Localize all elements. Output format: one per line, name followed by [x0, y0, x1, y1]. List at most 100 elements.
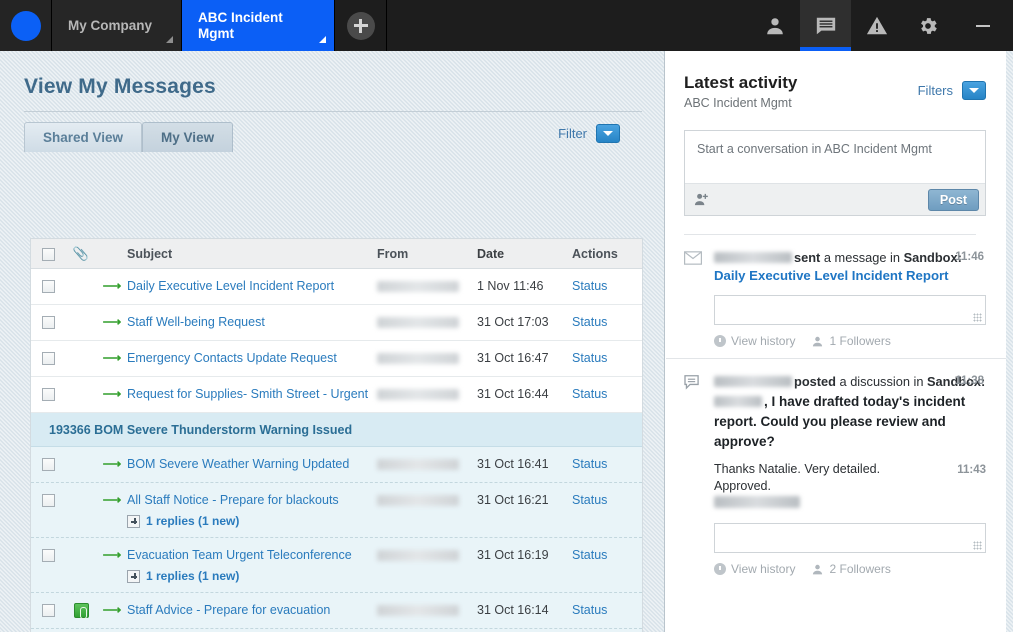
toolbar-messages-button[interactable] [800, 0, 851, 51]
message-subject-link[interactable]: Staff Advice - Prepare for evacuation [127, 603, 330, 617]
message-subject-link[interactable]: Evacuation Team Urgent Teleconference [127, 548, 352, 562]
status-link[interactable]: Status [572, 603, 607, 617]
followers-button[interactable]: 1 Followers [811, 334, 890, 348]
table-row[interactable]: ⟶ Staff Advice - Prepare for evacuation … [31, 593, 642, 629]
incident-group-header[interactable]: 193366 BOM Severe Thunderstorm Warning I… [31, 413, 642, 447]
outbound-arrow-icon: ⟶ [103, 351, 122, 365]
settings-gear-icon [917, 15, 939, 37]
sender-name-redacted [377, 281, 459, 292]
table-row[interactable]: ⟶ Evacuation Team Urgent Teleconference … [31, 538, 642, 593]
row-checkbox[interactable] [42, 494, 55, 507]
status-link[interactable]: Status [572, 351, 607, 365]
status-link[interactable]: Status [572, 315, 607, 329]
attachment-icon[interactable] [74, 603, 89, 618]
table-row[interactable]: ⟶ Request for Supplies- Smith Street - U… [31, 377, 642, 413]
expand-replies-icon[interactable] [127, 515, 140, 528]
message-subject-link[interactable]: BOM Severe Weather Warning Updated [127, 457, 349, 471]
row-checkbox[interactable] [42, 458, 55, 471]
status-link[interactable]: Status [572, 548, 607, 562]
tab-shared-view[interactable]: Shared View [24, 122, 142, 152]
activity-timestamp: 11:38 [955, 375, 984, 387]
resize-grip-icon[interactable] [973, 541, 982, 550]
post-button[interactable]: Post [928, 189, 979, 211]
actor-name-redacted [714, 376, 792, 387]
row-checkbox[interactable] [42, 604, 55, 617]
followers-button[interactable]: 2 Followers [811, 562, 890, 576]
workspace-tab-abc-incident-mgmt[interactable]: ABC Incident Mgmt [182, 0, 335, 51]
row-checkbox[interactable] [42, 352, 55, 365]
brand-dot-icon [11, 11, 41, 41]
row-subject-cell: Daily Executive Level Incident Report [127, 279, 377, 293]
row-actions-cell: Status [572, 387, 642, 401]
message-subject-link[interactable]: Staff Well-being Request [127, 315, 265, 329]
row-checkbox[interactable] [42, 280, 55, 293]
row-date-cell: 1 Nov 11:46 [477, 279, 572, 293]
activity-scrollbar[interactable] [1006, 51, 1013, 632]
app-logo[interactable] [0, 0, 52, 51]
add-tab-button[interactable] [335, 0, 387, 51]
actor-name-redacted [714, 252, 792, 263]
paperclip-icon: 📎 [73, 246, 89, 262]
filter-label[interactable]: Filter [558, 126, 587, 141]
row-checkbox[interactable] [42, 549, 55, 562]
row-subject-cell: All Staff Notice - Prepare for blackouts… [127, 493, 377, 528]
status-link[interactable]: Status [572, 457, 607, 471]
minimize-button[interactable] [953, 0, 1013, 51]
column-header-date[interactable]: Date [477, 247, 572, 261]
filter-dropdown-button[interactable] [596, 124, 620, 143]
replies-row[interactable]: 1 replies (1 new) [127, 514, 371, 528]
resize-grip-icon[interactable] [973, 313, 982, 322]
row-checkbox[interactable] [42, 388, 55, 401]
row-direction-cell: ⟶ [97, 493, 127, 507]
row-subject-cell: Emergency Contacts Update Request [127, 351, 377, 365]
status-link[interactable]: Status [572, 279, 607, 293]
conversation-input[interactable]: Start a conversation in ABC Incident Mgm… [685, 131, 985, 183]
row-checkbox[interactable] [42, 316, 55, 329]
select-all-checkbox[interactable] [42, 248, 55, 261]
table-row[interactable]: ⟶ Staff Well-being Request 31 Oct 17:03 … [31, 305, 642, 341]
mentioned-name-redacted [714, 396, 762, 407]
message-subject-link[interactable]: Daily Executive Level Incident Report [127, 279, 334, 293]
tab-my-view[interactable]: My View [142, 122, 233, 152]
toolbar-alerts-button[interactable] [851, 0, 902, 51]
view-history-label: View history [731, 562, 795, 576]
activity-reply-input[interactable] [714, 295, 986, 325]
outbound-arrow-icon: ⟶ [103, 548, 122, 562]
toolbar-settings-button[interactable] [902, 0, 953, 51]
row-direction-cell: ⟶ [97, 279, 127, 293]
message-subject-link[interactable]: Request for Supplies- Smith Street - Urg… [127, 387, 368, 401]
add-person-button[interactable] [694, 192, 709, 207]
followers-person-icon [811, 563, 824, 576]
row-select-cell [31, 387, 65, 401]
outbound-arrow-icon: ⟶ [103, 279, 122, 293]
view-history-button[interactable]: View history [714, 562, 795, 576]
activity-subject-link[interactable]: Daily Executive Level Incident Report [714, 267, 986, 284]
expand-replies-icon[interactable] [127, 570, 140, 583]
filters-dropdown-button[interactable] [962, 81, 986, 100]
table-row[interactable]: ⟶ BOM Severe Weather Warning Updated 31 … [31, 447, 642, 483]
row-direction-cell: ⟶ [97, 603, 127, 617]
activity-reply-input[interactable] [714, 523, 986, 553]
table-row[interactable]: ⟶ Daily Executive Level Incident Report … [31, 269, 642, 305]
status-link[interactable]: Status [572, 493, 607, 507]
followers-label: 2 Followers [829, 562, 890, 576]
row-actions-cell: Status [572, 493, 642, 507]
row-date-cell: 31 Oct 17:03 [477, 315, 572, 329]
toolbar-person-button[interactable] [749, 0, 800, 51]
column-header-from[interactable]: From [377, 247, 477, 261]
column-header-subject[interactable]: Subject [127, 247, 377, 261]
filters-label[interactable]: Filters [918, 83, 953, 98]
workspace-tab-my-company[interactable]: My Company [52, 0, 182, 51]
row-actions-cell: Status [572, 279, 642, 293]
row-date-cell: 31 Oct 16:21 [477, 493, 572, 507]
sender-name-redacted [377, 550, 459, 561]
view-history-button[interactable]: View history [714, 334, 795, 348]
message-subject-link[interactable]: Emergency Contacts Update Request [127, 351, 337, 365]
activity-filters-control: Filters [918, 81, 986, 100]
status-link[interactable]: Status [572, 387, 607, 401]
message-subject-link[interactable]: All Staff Notice - Prepare for blackouts [127, 493, 339, 507]
table-row[interactable]: ⟶ All Staff Notice - Prepare for blackou… [31, 483, 642, 538]
activity-footer: View history 1 Followers [714, 334, 986, 348]
replies-row[interactable]: 1 replies (1 new) [127, 569, 371, 583]
table-row[interactable]: ⟶ Emergency Contacts Update Request 31 O… [31, 341, 642, 377]
